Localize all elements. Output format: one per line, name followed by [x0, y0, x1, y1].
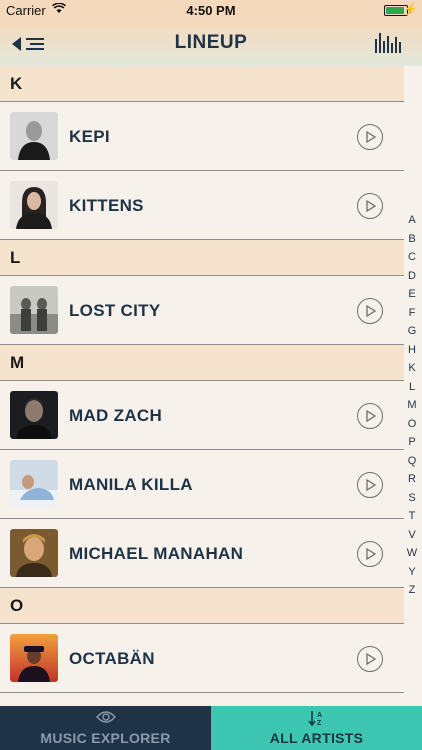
- artist-name: OCTABÄN: [69, 649, 155, 668]
- artist-name: KEPI: [69, 127, 110, 146]
- artist-photo: [10, 286, 58, 334]
- artist-name: LOST CITY: [69, 301, 161, 320]
- index-letter-v[interactable]: V: [404, 529, 420, 541]
- artist-name: MANILA KILLA: [69, 475, 193, 494]
- artist-name: KITTENS: [69, 196, 144, 215]
- artist-name: MICHAEL MANAHAN: [69, 544, 244, 563]
- artist-row-kittens[interactable]: KITTENS: [0, 171, 404, 240]
- play-button[interactable]: [357, 298, 383, 324]
- artist-row-lost-city[interactable]: LOST CITY: [0, 276, 404, 345]
- index-letter-a[interactable]: A: [404, 214, 420, 226]
- section-header-k: K: [0, 66, 404, 102]
- play-button[interactable]: [357, 646, 383, 672]
- nav-bar: LINEUP: [0, 22, 422, 66]
- index-letter-d[interactable]: D: [404, 270, 420, 282]
- tab-all-artists[interactable]: AZ ALL ARTISTS: [211, 706, 422, 750]
- section-index[interactable]: ABCDEFGHKLMOPQRSTVWYZ: [404, 66, 422, 706]
- index-letter-l[interactable]: L: [404, 381, 420, 393]
- clock: 4:50 PM: [186, 3, 236, 18]
- play-icon: [366, 305, 376, 317]
- play-icon: [366, 131, 376, 143]
- index-letter-b[interactable]: B: [404, 233, 420, 245]
- artist-photo: [10, 181, 58, 229]
- artist-row-manila-killa[interactable]: MANILA KILLA: [0, 450, 404, 519]
- artist-photo: [10, 634, 58, 682]
- equalizer-icon: [375, 33, 401, 53]
- play-button[interactable]: [357, 403, 383, 429]
- eye-icon: [0, 710, 211, 726]
- play-icon: [366, 479, 376, 491]
- page-title: LINEUP: [174, 32, 248, 53]
- section-header-l: L: [0, 240, 404, 276]
- play-icon: [366, 548, 376, 560]
- index-letter-e[interactable]: E: [404, 288, 420, 300]
- equalizer-button[interactable]: [374, 31, 402, 55]
- status-bar: Carrier 4:50 PM ⚡: [0, 0, 422, 22]
- index-letter-p[interactable]: P: [404, 436, 420, 448]
- play-button[interactable]: [357, 193, 383, 219]
- play-button[interactable]: [357, 124, 383, 150]
- artist-photo: [10, 391, 58, 439]
- artist-row-octaban[interactable]: OCTABÄN: [0, 624, 404, 693]
- index-letter-q[interactable]: Q: [404, 455, 420, 467]
- svg-text:A: A: [317, 712, 322, 719]
- section-header-m: M: [0, 345, 404, 381]
- index-letter-c[interactable]: C: [404, 251, 420, 263]
- index-letter-h[interactable]: H: [404, 344, 420, 356]
- index-letter-o[interactable]: O: [404, 418, 420, 430]
- artist-name: MAD ZACH: [69, 406, 163, 425]
- tab-bar: MUSIC EXPLORER AZ ALL ARTISTS: [0, 706, 422, 750]
- artist-row-kepi[interactable]: KEPI: [0, 102, 404, 171]
- index-letter-z[interactable]: Z: [404, 584, 420, 596]
- index-letter-s[interactable]: S: [404, 492, 420, 504]
- index-letter-w[interactable]: W: [404, 547, 420, 559]
- tab-music-explorer[interactable]: MUSIC EXPLORER: [0, 706, 211, 750]
- play-icon: [366, 200, 376, 212]
- artist-photo: [10, 460, 58, 508]
- index-letter-f[interactable]: F: [404, 307, 420, 319]
- index-letter-t[interactable]: T: [404, 510, 420, 522]
- index-letter-k[interactable]: K: [404, 362, 420, 374]
- play-button[interactable]: [357, 472, 383, 498]
- artist-row-michael-manahan[interactable]: MICHAEL MANAHAN: [0, 519, 404, 588]
- tab-label: MUSIC EXPLORER: [40, 730, 171, 746]
- play-icon: [366, 653, 376, 665]
- index-letter-m[interactable]: M: [404, 399, 420, 411]
- artist-row-mad-zach[interactable]: MAD ZACH: [0, 381, 404, 450]
- play-icon: [366, 410, 376, 422]
- index-letter-g[interactable]: G: [404, 325, 420, 337]
- index-letter-r[interactable]: R: [404, 473, 420, 485]
- play-button[interactable]: [357, 541, 383, 567]
- artist-photo: [10, 529, 58, 577]
- section-header-o: O: [0, 588, 404, 624]
- artist-list[interactable]: K KEPI KITTENS L LOST CITY M MAD ZACH MA…: [0, 66, 404, 706]
- sort-az-icon: AZ: [211, 710, 422, 726]
- charging-icon: ⚡: [403, 2, 418, 16]
- tab-label: ALL ARTISTS: [269, 730, 364, 746]
- index-letter-y[interactable]: Y: [404, 566, 420, 578]
- svg-text:Z: Z: [317, 720, 322, 726]
- artist-photo: [10, 112, 58, 160]
